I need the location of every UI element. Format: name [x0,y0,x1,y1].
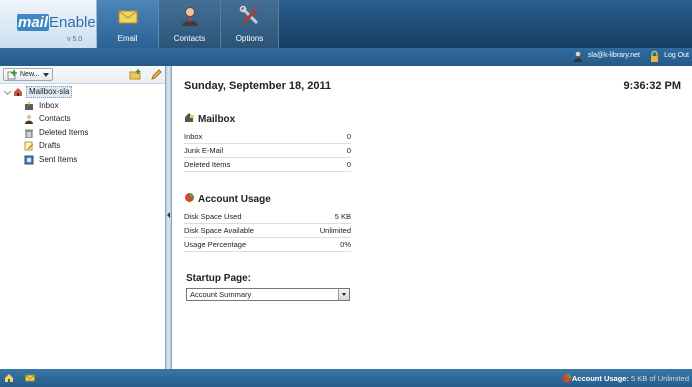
home-icon[interactable] [4,373,14,383]
mailbox-icon [185,113,194,122]
stat-value: 0% [340,240,351,249]
stat-key: Deleted Items [184,160,231,169]
new-button-label: New... [20,71,40,78]
tools-icon [239,5,258,25]
usage-pie-icon [562,373,572,383]
user-email: sla@k-library.net [587,52,640,59]
stat-row: Deleted Items 0 [184,158,351,172]
tree-item-label: Deleted Items [39,127,89,137]
stat-row: Disk Space Available Unlimited [184,224,351,238]
mailbox-title-text: Mailbox [198,114,236,125]
folder-tree: Mailbox-sla Inbox Contacts Deleted Items [0,85,166,166]
inbox-icon [25,101,33,110]
version-label: v 5.0 [67,36,83,43]
stat-key: Inbox [184,132,203,141]
chevron-down-icon[interactable] [338,289,349,300]
envelope-icon [118,10,137,24]
usage-stats-table: Disk Space Used 5 KB Disk Space Available… [184,210,351,252]
startup-page-label: Startup Page: [186,273,252,284]
footer-usage-label: Account Usage: [571,374,629,383]
startup-page-select[interactable]: Account Summary [186,288,350,301]
current-time: 9:36:32 PM [623,80,681,92]
tree-item-label: Sent Items [39,154,78,164]
tab-options-label: Options [235,34,264,43]
tab-email-label: Email [117,34,138,43]
stat-value: 5 KB [334,212,351,221]
tree-item-label: Inbox [39,100,59,110]
pane-splitter[interactable] [166,66,172,369]
current-date: Sunday, September 18, 2011 [184,80,332,92]
expand-icon[interactable] [3,87,12,96]
drafts-icon [24,141,34,151]
mailbox-stats-table: Inbox 0 Junk E-Mail 0 Deleted Items 0 [184,130,351,172]
mailbox-home-icon [14,88,22,96]
person-icon [181,7,198,26]
collapse-arrow-icon[interactable] [167,212,170,218]
lock-icon [651,51,658,62]
stat-row: Junk E-Mail 0 [184,144,351,158]
tree-item-label: Drafts [39,141,61,150]
summary-panel: Sunday, September 18, 2011 9:36:32 PM Ma… [173,66,692,369]
stat-row: Inbox 0 [184,130,351,144]
status-bar: Account Usage: 5 KB of Unlimited [0,369,692,387]
new-button[interactable]: New... [3,68,53,81]
tab-options[interactable]: Options [221,0,279,48]
usage-title-text: Account Usage [198,194,271,205]
stat-key: Disk Space Available [184,226,254,235]
logout-link[interactable]: Log Out [664,52,689,59]
stat-value: 0 [346,160,351,169]
tree-root-mailbox[interactable]: Mailbox-sla [0,85,166,99]
tree-item-inbox[interactable]: Inbox [0,99,166,113]
startup-selected-value: Account Summary [190,290,252,299]
user-bar: sla@k-library.net Log Out [0,48,692,66]
stat-key: Usage Percentage [184,240,247,249]
rename-pencil-icon[interactable] [150,69,162,81]
usage-section-title: Account Usage [184,192,271,205]
stat-value: Unlimited [319,226,351,235]
tree-item-label: Contacts [39,114,71,123]
mailbox-section-title: Mailbox [184,112,235,125]
tree-root-label: Mailbox-sla [26,86,73,98]
mailenable-logo: mailEnable [17,14,96,31]
tree-item-deleted[interactable]: Deleted Items [0,126,166,140]
plus-icon [7,70,17,80]
stat-key: Disk Space Used [184,212,242,221]
tree-item-contacts[interactable]: Contacts [0,112,166,126]
user-icon [574,51,582,62]
stat-row: Disk Space Used 5 KB [184,210,351,224]
chevron-down-icon [43,73,49,77]
mail-icon[interactable] [25,373,35,383]
new-folder-icon[interactable] [129,69,141,81]
tab-contacts[interactable]: Contacts [159,0,221,48]
folder-toolbar: New... [0,66,165,84]
footer-usage-value: 5 KB of Unlimited [631,374,689,383]
stat-key: Junk E-Mail [184,146,224,155]
stat-row: Usage Percentage 0% [184,238,351,252]
pie-chart-icon [185,193,194,202]
top-header: mailEnable v 5.0 Email Contacts Options [0,0,692,48]
stat-value: 0 [346,132,351,141]
tree-item-drafts[interactable]: Drafts [0,139,166,153]
tab-contacts-label: Contacts [173,34,206,43]
tree-item-sent[interactable]: Sent Items [0,153,166,167]
stat-value: 0 [346,146,351,155]
trash-icon [25,129,33,138]
logo-area: mailEnable v 5.0 [0,0,97,48]
footer-usage: Account Usage: 5 KB of Unlimited [572,374,689,383]
tab-email[interactable]: Email [97,0,159,48]
contacts-icon [25,114,33,124]
sent-icon [24,155,34,164]
folder-pane: New... Mailbox-sla Inbox Contacts Delete… [0,66,166,369]
